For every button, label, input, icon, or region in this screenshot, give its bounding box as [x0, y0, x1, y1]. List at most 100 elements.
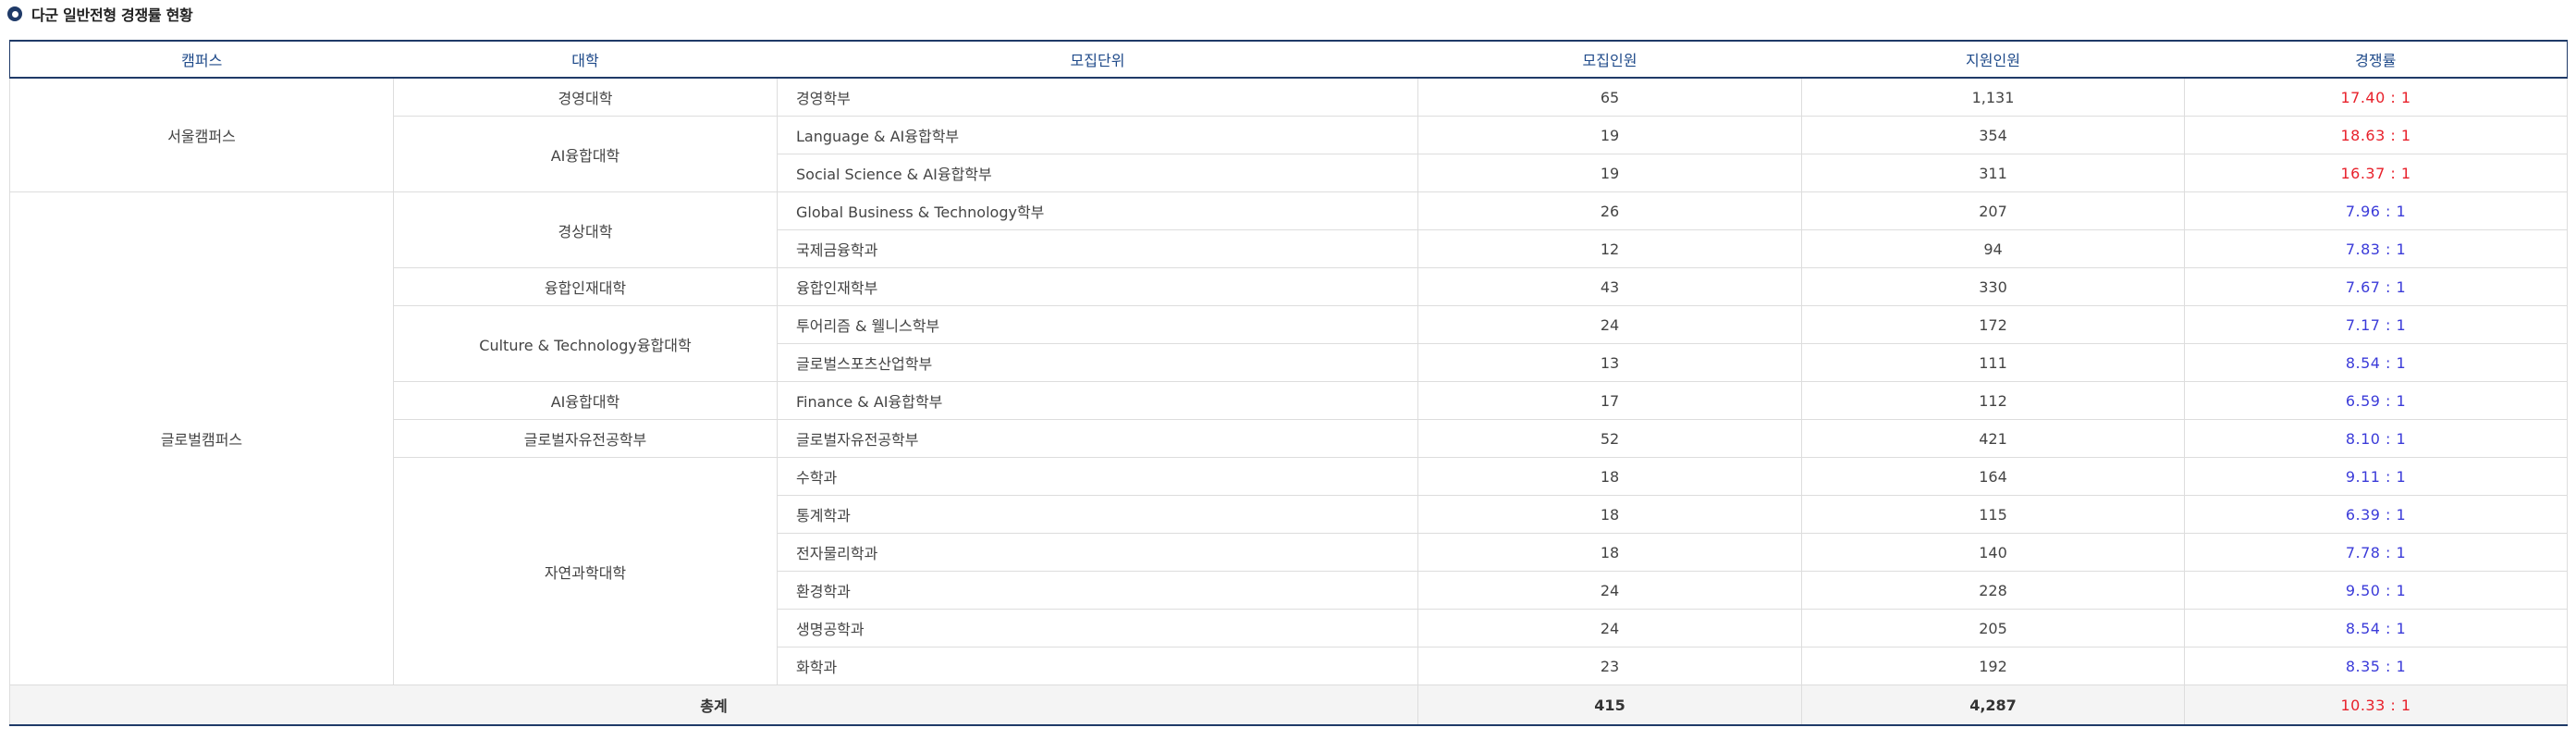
college-cell: 경영대학	[393, 77, 778, 117]
quota-cell: 18	[1417, 457, 1802, 496]
college-cell: 자연과학대학	[393, 457, 778, 685]
ratio-cell: 8.35 : 1	[2184, 647, 2568, 685]
quota-cell: 19	[1417, 116, 1802, 154]
applicants-cell: 421	[1801, 419, 2185, 458]
unit-cell: 글로벌자유전공학부	[777, 419, 1418, 458]
ratio-cell: 9.50 : 1	[2184, 571, 2568, 610]
unit-cell: 수학과	[777, 457, 1418, 496]
quota-cell: 19	[1417, 154, 1802, 192]
quota-cell: 24	[1417, 571, 1802, 610]
applicants-cell: 207	[1801, 191, 2185, 230]
total-label: 총계	[9, 684, 1418, 726]
table-row: Culture & Technology융합대학 투어리즘 & 웰니스학부 24 17…	[10, 305, 2568, 382]
ratio-cell: 17.40 : 1	[2184, 77, 2568, 117]
table-body: 서울캠퍼스 경영대학 경영학부 65 1,131 17.40 : 1 AI융합대학 Langu…	[9, 77, 2568, 685]
applicants-cell: 172	[1801, 305, 2185, 344]
total-quota: 415	[1417, 684, 1802, 726]
table-row: AI융합대학 Finance & AI융합학부 17 112 6.59 : 1	[10, 381, 2568, 420]
college-cell: 융합인재대학	[393, 267, 778, 306]
total-applicants: 4,287	[1801, 684, 2185, 726]
applicants-cell: 330	[1801, 267, 2185, 306]
ratio-cell: 7.83 : 1	[2184, 229, 2568, 268]
table-footer: 총계 415 4,287 10.33 : 1	[9, 684, 2568, 726]
circle-bullet-icon	[7, 6, 22, 21]
unit-cell: 화학과	[777, 647, 1418, 685]
applicants-cell: 94	[1801, 229, 2185, 268]
quota-cell: 52	[1417, 419, 1802, 458]
applicants-cell: 112	[1801, 381, 2185, 420]
section-heading: 다군 일반전형 경쟁률 현황	[7, 4, 193, 24]
table-header: 캠퍼스 대학 모집단위 모집인원 지원인원 경쟁률	[9, 40, 2568, 79]
unit-cell: 경영학부	[777, 77, 1418, 117]
header-college: 대학	[393, 40, 778, 79]
unit-cell: Language & AI융합학부	[777, 116, 1418, 154]
table-row: 글로벌자유전공학부 글로벌자유전공학부 52 421 8.10 : 1	[10, 419, 2568, 458]
campus-cell: 서울캠퍼스	[9, 77, 394, 192]
header-row: 캠퍼스 대학 모집단위 모집인원 지원인원 경쟁률	[9, 40, 2568, 79]
unit-cell: 국제금융학과	[777, 229, 1418, 268]
quota-cell: 43	[1417, 267, 1802, 306]
unit-cell: 전자물리학과	[777, 533, 1418, 572]
quota-cell: 17	[1417, 381, 1802, 420]
applicants-cell: 228	[1801, 571, 2185, 610]
table-row: 자연과학대학 수학과 18 164 9.11 : 1	[10, 457, 2568, 685]
applicants-cell: 354	[1801, 116, 2185, 154]
header-applicants: 지원인원	[1801, 40, 2185, 79]
quota-cell: 24	[1417, 305, 1802, 344]
college-cell: AI융합대학	[393, 381, 778, 420]
unit-cell: 융합인재학부	[777, 267, 1418, 306]
applicants-cell: 111	[1801, 343, 2185, 382]
total-row: 총계 415 4,287 10.33 : 1	[9, 684, 2568, 726]
college-cell: 경상대학	[393, 191, 778, 268]
applicants-cell: 192	[1801, 647, 2185, 685]
unit-cell: 통계학과	[777, 495, 1418, 534]
applicants-cell: 311	[1801, 154, 2185, 192]
ratio-cell: 7.67 : 1	[2184, 267, 2568, 306]
ratio-cell: 6.39 : 1	[2184, 495, 2568, 534]
page: 다군 일반전형 경쟁률 현황 캠퍼스 대학 모집단위 모집인원 지원인원 경쟁률…	[0, 0, 2576, 740]
ratio-cell: 18.63 : 1	[2184, 116, 2568, 154]
quota-cell: 23	[1417, 647, 1802, 685]
unit-cell: 생명공학과	[777, 609, 1418, 648]
unit-cell: 투어리즘 & 웰니스학부	[777, 305, 1418, 344]
section-title: 다군 일반전형 경쟁률 현황	[31, 6, 193, 24]
header-unit: 모집단위	[777, 40, 1418, 79]
table-row: 융합인재대학 융합인재학부 43 330 7.67 : 1	[10, 267, 2568, 306]
unit-cell: Global Business & Technology학부	[777, 191, 1418, 230]
ratio-cell: 6.59 : 1	[2184, 381, 2568, 420]
unit-cell: Social Science & AI융합학부	[777, 154, 1418, 192]
ratio-cell: 7.78 : 1	[2184, 533, 2568, 572]
quota-cell: 18	[1417, 495, 1802, 534]
college-cell: Culture & Technology융합대학	[393, 305, 778, 382]
quota-cell: 18	[1417, 533, 1802, 572]
applicants-cell: 115	[1801, 495, 2185, 534]
unit-cell: 글로벌스포츠산업학부	[777, 343, 1418, 382]
ratio-cell: 8.54 : 1	[2184, 343, 2568, 382]
quota-cell: 12	[1417, 229, 1802, 268]
ratio-cell: 16.37 : 1	[2184, 154, 2568, 192]
quota-cell: 13	[1417, 343, 1802, 382]
total-ratio: 10.33 : 1	[2184, 684, 2568, 726]
college-cell: AI융합대학	[393, 116, 778, 192]
quota-cell: 24	[1417, 609, 1802, 648]
unit-cell: Finance & AI융합학부	[777, 381, 1418, 420]
competition-rate-table: 캠퍼스 대학 모집단위 모집인원 지원인원 경쟁률 서울캠퍼스 경영대학 경영학부 6…	[9, 40, 2568, 726]
table-row: AI융합대학 Language & AI융합학부 19 354 18.63 : 1	[10, 116, 2568, 192]
header-campus: 캠퍼스	[9, 40, 394, 79]
quota-cell: 65	[1417, 77, 1802, 117]
applicants-cell: 205	[1801, 609, 2185, 648]
ratio-cell: 8.54 : 1	[2184, 609, 2568, 648]
applicants-cell: 140	[1801, 533, 2185, 572]
header-quota: 모집인원	[1417, 40, 1802, 79]
table-row: 서울캠퍼스 경영대학 경영학부 65 1,131 17.40 : 1	[9, 77, 2568, 192]
ratio-cell: 7.17 : 1	[2184, 305, 2568, 344]
table-row: 글로벌캠퍼스 경상대학 Global Business & Technology학부…	[9, 191, 2568, 685]
unit-cell: 환경학과	[777, 571, 1418, 610]
ratio-cell: 8.10 : 1	[2184, 419, 2568, 458]
quota-cell: 26	[1417, 191, 1802, 230]
ratio-cell: 7.96 : 1	[2184, 191, 2568, 230]
campus-cell: 글로벌캠퍼스	[9, 191, 394, 685]
ratio-cell: 9.11 : 1	[2184, 457, 2568, 496]
applicants-cell: 1,131	[1801, 77, 2185, 117]
applicants-cell: 164	[1801, 457, 2185, 496]
